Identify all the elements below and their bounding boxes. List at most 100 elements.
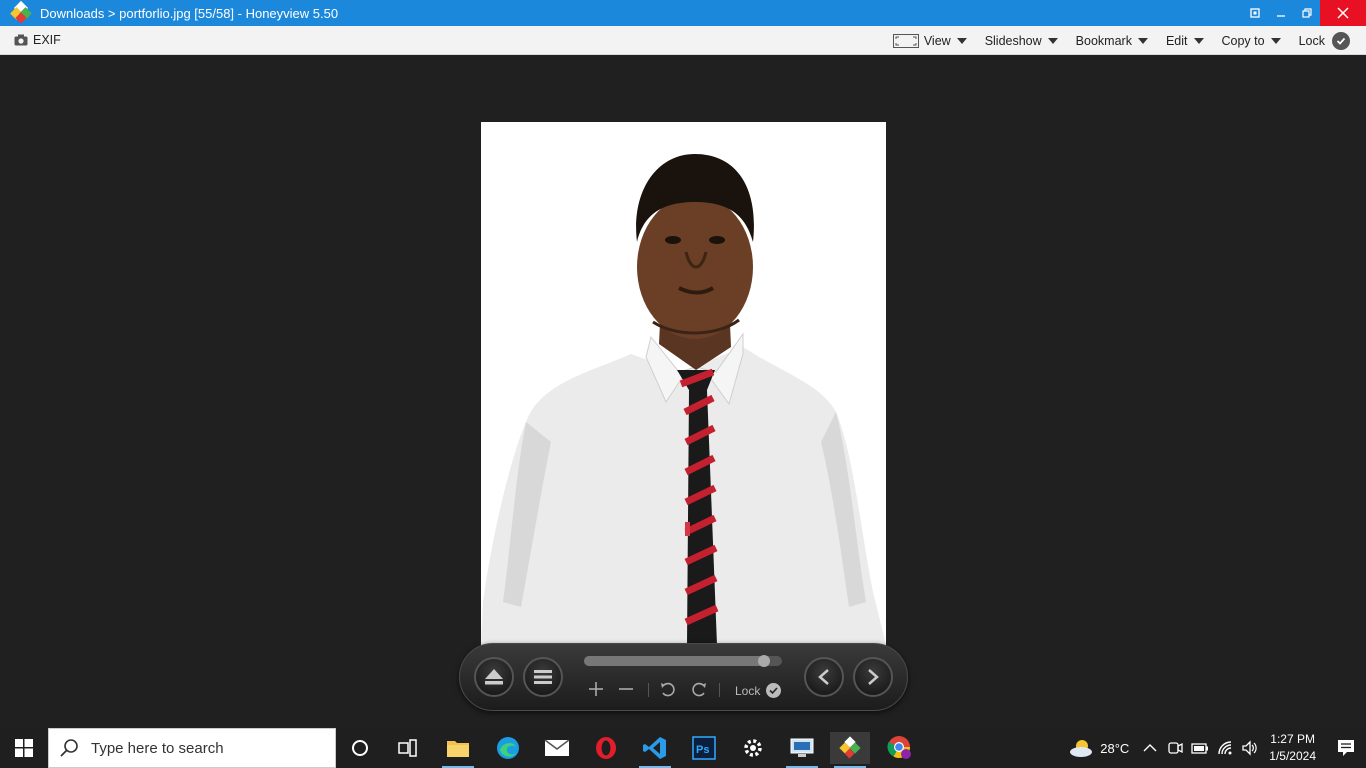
vscode-button[interactable] (635, 732, 675, 768)
opera-button[interactable] (586, 732, 626, 764)
title-bar: Downloads > portforlio.jpg [55/58] - Hon… (0, 0, 1366, 26)
copy-to-label: Copy to (1221, 33, 1265, 48)
notifications-button[interactable] (1326, 728, 1366, 768)
taskbar-search-box[interactable]: Type here to search (48, 728, 336, 768)
chevron-down-icon (1193, 37, 1204, 44)
mail-button[interactable] (537, 732, 577, 764)
check-icon (766, 683, 782, 698)
rotate-right-button[interactable] (690, 681, 708, 701)
hamburger-icon (534, 670, 552, 684)
chrome-button[interactable] (880, 732, 920, 764)
exif-button[interactable]: EXIF (14, 33, 61, 47)
viewer-control-bar: Lock (459, 643, 908, 711)
clock-date: 1/5/2024 (1269, 749, 1316, 763)
view-label: View (923, 33, 951, 48)
restore-button[interactable] (1294, 0, 1320, 26)
edge-icon (497, 737, 519, 759)
taskbar: Type here to search Ps 28°C 1:27 PM 1/5/… (0, 728, 1366, 768)
chevron-left-icon (818, 669, 829, 685)
copy-to-menu[interactable]: Copy to (1222, 34, 1281, 48)
vscode-icon (643, 737, 666, 759)
eject-button[interactable] (474, 657, 514, 697)
honeyview-logo-icon (8, 0, 34, 26)
system-tray: 28°C 1:27 PM 1/5/2024 (1068, 728, 1366, 768)
volume-icon[interactable] (1241, 740, 1259, 756)
windows-logo-icon (15, 739, 33, 757)
search-icon (60, 739, 78, 757)
chevron-down-icon (1270, 37, 1281, 44)
previous-image-button[interactable] (804, 657, 844, 697)
photoshop-icon: Ps (692, 736, 716, 760)
zoom-out-button[interactable] (618, 681, 634, 701)
chevron-down-icon (1047, 37, 1058, 44)
cortana-icon (352, 740, 368, 756)
separator (648, 683, 649, 697)
task-view-button[interactable] (388, 732, 428, 764)
folder-icon (447, 741, 469, 757)
lock-button[interactable]: Lock (1298, 31, 1350, 50)
displayed-photo (481, 122, 886, 645)
slideshow-label: Slideshow (984, 33, 1042, 48)
opera-icon (596, 737, 616, 759)
clock-time: 1:27 PM (1270, 732, 1315, 746)
cortana-button[interactable] (340, 732, 380, 764)
settings-button[interactable] (733, 732, 773, 764)
minus-icon (619, 688, 633, 690)
remote-desktop-button[interactable] (782, 732, 822, 768)
start-button[interactable] (0, 728, 48, 768)
edit-menu[interactable]: Edit (1166, 34, 1204, 48)
next-image-button[interactable] (853, 657, 893, 697)
check-icon (1332, 31, 1350, 50)
slider-knob[interactable] (758, 655, 771, 667)
honeyview-button[interactable] (830, 732, 870, 768)
battery-icon[interactable] (1191, 741, 1209, 755)
slider-fill (584, 656, 765, 666)
rotate-left-button[interactable] (659, 681, 677, 701)
meet-now-icon[interactable] (1167, 740, 1183, 756)
search-placeholder: Type here to search (91, 739, 224, 757)
control-lock-button[interactable]: Lock (735, 683, 782, 698)
separator (719, 683, 720, 697)
fullscreen-button[interactable] (1242, 0, 1268, 26)
zoom-in-button[interactable] (588, 681, 604, 701)
chevron-up-icon[interactable] (1143, 743, 1157, 753)
chevron-down-icon (956, 37, 967, 44)
control-lock-label: Lock (735, 683, 761, 698)
chrome-icon (887, 736, 911, 759)
rotate-right-icon (692, 682, 706, 697)
wifi-icon[interactable] (1217, 740, 1235, 756)
bookmark-label: Bookmark (1075, 33, 1132, 48)
chevron-right-icon (868, 669, 879, 685)
task-view-icon (398, 739, 417, 757)
bookmark-menu[interactable]: Bookmark (1076, 34, 1148, 48)
edit-label: Edit (1165, 33, 1188, 48)
fit-window-icon (892, 33, 919, 48)
menu-button[interactable] (523, 657, 563, 697)
gear-icon (744, 739, 762, 757)
mail-icon (544, 739, 570, 756)
weather-temperature[interactable]: 28°C (1100, 741, 1129, 756)
clock[interactable]: 1:27 PM 1/5/2024 (1269, 731, 1316, 765)
eject-icon (485, 669, 503, 685)
close-button[interactable] (1320, 0, 1366, 26)
image-viewer[interactable]: Lock (0, 56, 1366, 728)
svg-text:Ps: Ps (696, 744, 709, 756)
window-title: Downloads > portforlio.jpg [55/58] - Hon… (40, 5, 339, 21)
toolbar: EXIF View Slideshow Bookmark Edit Copy t… (0, 26, 1366, 55)
slideshow-menu[interactable]: Slideshow (985, 34, 1058, 48)
weather-cloud-icon[interactable] (1068, 737, 1096, 759)
exif-label: EXIF (33, 33, 61, 47)
view-menu[interactable]: View (892, 33, 967, 48)
image-position-slider[interactable] (584, 655, 782, 667)
edge-button[interactable] (488, 732, 528, 764)
honeyview-icon (839, 736, 861, 759)
chevron-down-icon (1137, 37, 1148, 44)
file-explorer-button[interactable] (438, 732, 478, 768)
notification-icon (1338, 740, 1354, 756)
lock-label: Lock (1298, 33, 1325, 48)
plus-icon (589, 682, 603, 696)
camera-icon (14, 34, 28, 46)
minimize-button[interactable] (1268, 0, 1294, 26)
portrait-image (481, 122, 886, 645)
photoshop-button[interactable]: Ps (684, 732, 724, 764)
